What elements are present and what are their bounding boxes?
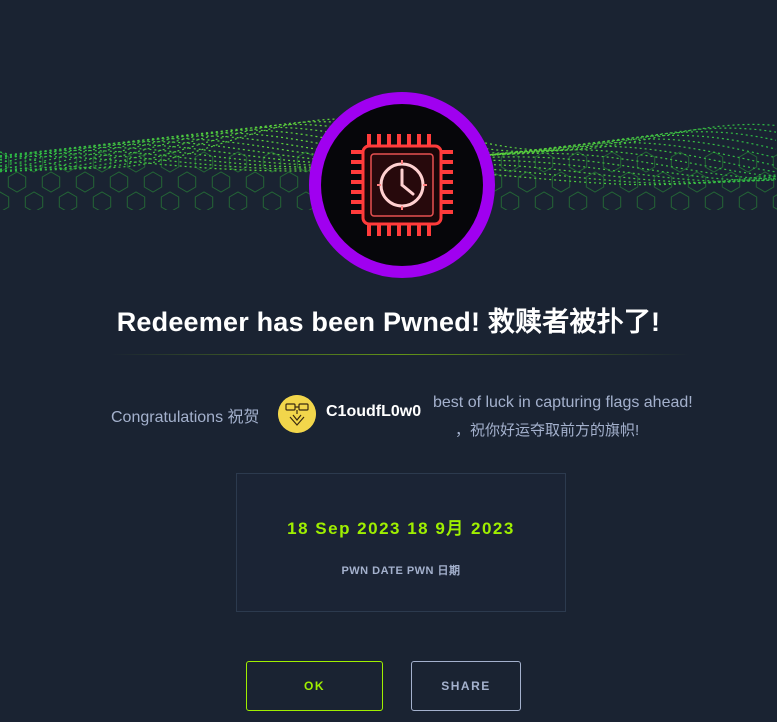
pwned-title: Redeemer has been Pwned! 救赎者被扑了!: [116, 307, 661, 337]
username[interactable]: C1oudfL0w0: [326, 403, 421, 421]
ok-button[interactable]: OK: [246, 661, 383, 711]
share-button[interactable]: SHARE: [411, 661, 521, 711]
pwn-date-value: 18 Sep 2023 18 9月 2023: [287, 519, 515, 538]
luck-message-cn: ，祝你好运夺取前方的旗帜!: [455, 422, 640, 439]
pwn-date-card: 18 Sep 2023 18 9月 2023 PWN DATE PWN 日期: [236, 473, 566, 612]
divider: [110, 354, 690, 355]
luck-message: best of luck in capturing flags ahead!: [433, 394, 693, 411]
pwn-date-label: PWN DATE PWN 日期: [341, 565, 461, 577]
congrats-label: Congratulations 祝贺: [111, 409, 260, 426]
user-avatar[interactable]: [278, 395, 316, 433]
machine-badge: [309, 92, 495, 278]
machine-chip-clock-icon: [321, 104, 483, 266]
congrats-row: Congratulations 祝贺 C1oudfL0w0 best of lu…: [0, 390, 777, 440]
